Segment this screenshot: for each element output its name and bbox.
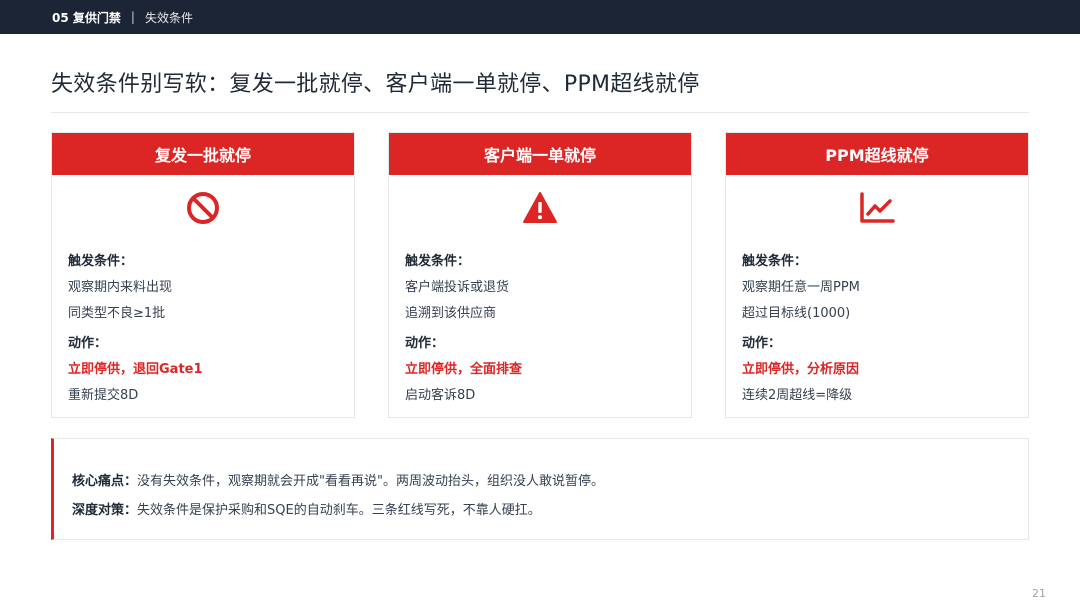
action-label: 动作： [405,336,445,351]
trigger-label: 触发条件： [68,254,134,269]
trigger-label: 触发条件： [405,254,471,269]
trigger-label: 触发条件： [742,254,808,269]
card-header: 复发一批就停 [52,133,354,175]
action-label: 动作： [742,336,782,351]
trigger-line: 观察期内来料出现 [68,280,173,295]
action-primary: 立即停供，全面排查 [405,362,523,377]
strategy-line: 深度对策：失效条件是保护采购和SQE的自动刹车。三条红线写死，不靠人硬扛。 [72,496,1028,525]
breadcrumb-separator: | [130,10,135,24]
action-secondary: 启动客诉8D [405,388,476,403]
no-entry-icon [187,192,219,224]
insight-callout: 核心痛点：没有失效条件，观察期就会开成"看看再说"。两周波动抬头，组织没人敢说暂… [51,438,1029,540]
card-header: 客户端一单就停 [389,133,691,175]
action-secondary: 重新提交8D [68,388,139,403]
card-ppm-exceed: PPM超线就停 触发条件： 观察期任意一周PPM 超过目标线(1000) 动作：… [725,132,1029,418]
slide-page: 失效条件别写软：复发一批就停、客户端一单就停、PPM超线就停 复发一批就停 触发… [0,34,1080,608]
action-primary: 立即停供，退回Gate1 [68,362,203,377]
trigger-line: 观察期任意一周PPM [742,280,860,295]
action-secondary: 连续2周超线=降级 [742,388,853,403]
warning-triangle-icon [523,192,557,223]
pain-point-line: 核心痛点：没有失效条件，观察期就会开成"看看再说"。两周波动抬头，组织没人敢说暂… [72,467,1028,496]
action-primary: 立即停供，分析原因 [742,362,860,377]
trend-chart-icon [860,192,895,223]
pain-point-label: 核心痛点： [72,474,138,489]
strategy-label: 深度对策： [72,503,138,518]
action-label: 动作： [68,336,108,351]
card-relapse-batch: 复发一批就停 触发条件： 观察期内来料出现 同类型不良≥1批 动作： 立即停供，… [51,132,355,418]
trigger-line: 客户端投诉或退货 [405,280,510,295]
trigger-line: 同类型不良≥1批 [68,306,166,321]
pain-point-text: 没有失效条件，观察期就会开成"看看再说"。两周波动抬头，组织没人敢说暂停。 [137,474,604,489]
trigger-line: 超过目标线(1000) [742,306,851,321]
strategy-text: 失效条件是保护采购和SQE的自动刹车。三条红线写死，不靠人硬扛。 [137,503,541,518]
breadcrumb-current: 失效条件 [144,10,193,25]
top-bar: 05 复供门禁 | 失效条件 [0,0,1080,34]
trigger-line: 追溯到该供应商 [405,306,497,321]
card-header: PPM超线就停 [726,133,1028,175]
title-divider [51,112,1029,113]
page-title: 失效条件别写软：复发一批就停、客户端一单就停、PPM超线就停 [51,72,700,97]
page-number: 21 [1032,587,1046,600]
card-customer-complaint: 客户端一单就停 触发条件： 客户端投诉或退货 追溯到该供应商 动作： 立即停供，… [388,132,692,418]
section-label: 05 复供门禁 [52,10,121,25]
